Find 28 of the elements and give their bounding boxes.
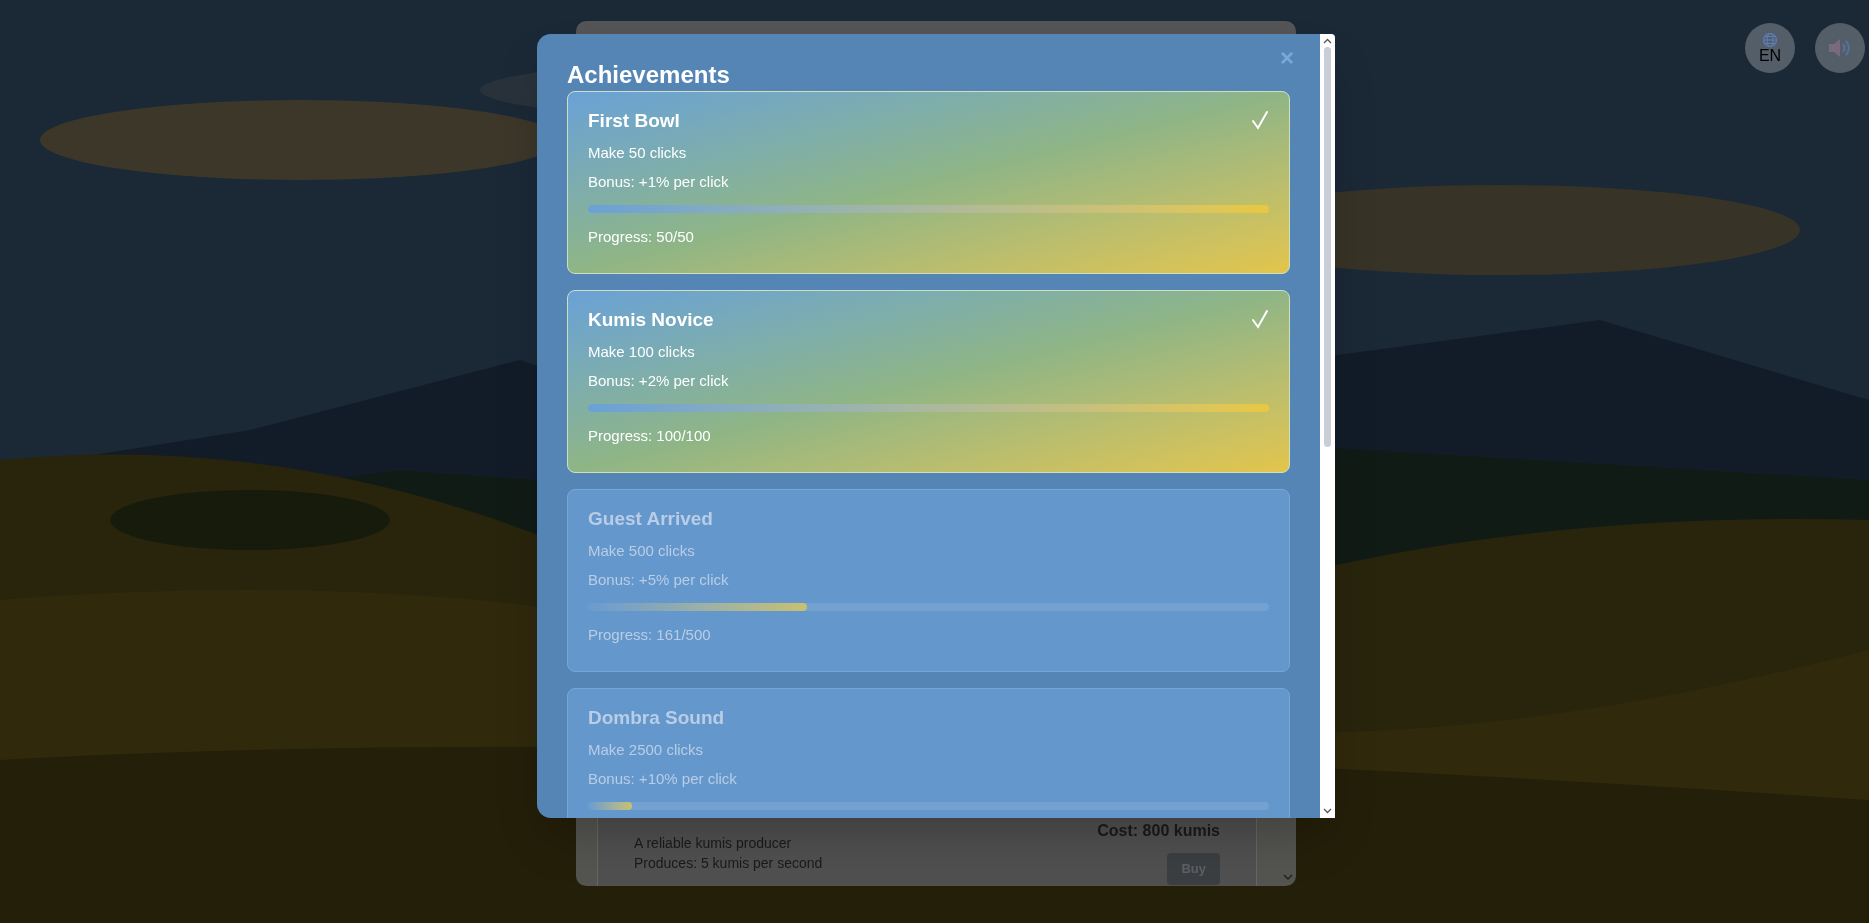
achievement-title: First Bowl [588,109,680,133]
achievement-bonus: Bonus: +2% per click [588,371,730,390]
achievement-progress: Progress: 100/100 [588,426,712,445]
achievement-requirement: Make 100 clicks [588,342,696,361]
check-icon [1251,110,1269,130]
achievement-bonus: Bonus: +1% per click [588,172,730,191]
achievement-requirement: Make 50 clicks [588,143,688,162]
language-button[interactable]: EN [1745,23,1795,73]
achievement-bonus: Bonus: +5% per click [588,570,730,589]
achievement-bonus: Bonus: +10% per click [588,769,738,788]
achievement-title: Dombra Sound [588,706,725,730]
speaker-icon [1827,37,1853,59]
scroll-up-icon[interactable] [1323,38,1332,44]
scroll-down-icon[interactable] [1323,808,1332,814]
globe-icon [1762,32,1778,48]
sound-button[interactable] [1815,23,1865,73]
scrollbar[interactable] [1320,34,1335,818]
check-icon [1251,309,1269,329]
achievement-requirement: Make 2500 clicks [588,740,705,759]
achievement-progress: Progress: 161/500 [588,625,712,644]
achievement-progress: Progress: 50/50 [588,227,695,246]
achievement-title: Kumis Novice [588,308,714,332]
scrollbar-thumb[interactable] [1324,47,1331,447]
achievement-title: Guest Arrived [588,507,713,531]
modal-title: Achievements [567,61,731,89]
close-button[interactable]: × [1280,45,1294,71]
scroll-down-icon [1283,873,1293,881]
achievement-requirement: Make 500 clicks [588,541,696,560]
